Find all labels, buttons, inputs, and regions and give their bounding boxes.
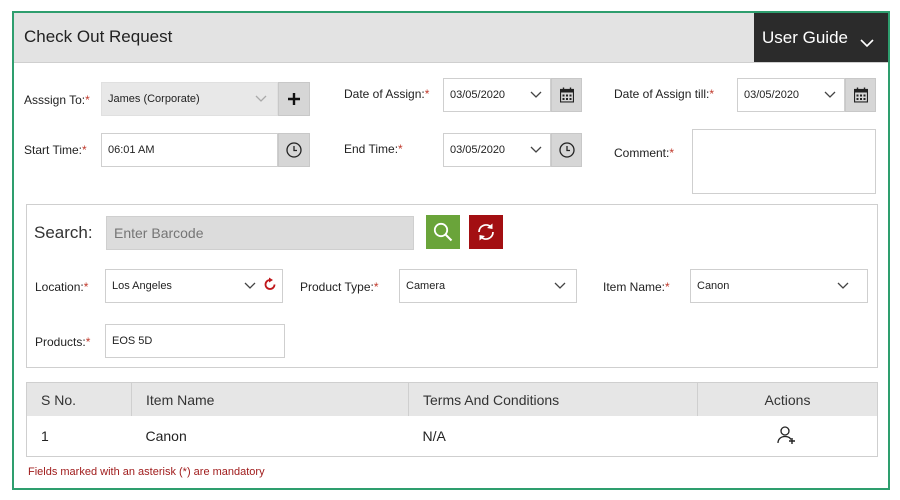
date-of-assign-till-value: 03/05/2020 — [744, 89, 800, 101]
comment-label: Comment:* — [614, 146, 674, 160]
column-header-actions: Actions — [697, 382, 878, 416]
calendar-icon — [853, 87, 868, 103]
end-time-clock-button[interactable] — [551, 133, 582, 167]
table-header-row: S No. Item Name Terms And Conditions Act… — [26, 382, 878, 416]
date-of-assign-calendar-button[interactable] — [551, 78, 582, 112]
reset-button[interactable] — [469, 215, 503, 249]
date-of-assign-till-input[interactable]: 03/05/2020 — [737, 78, 845, 112]
reload-icon[interactable] — [263, 277, 277, 295]
location-label-text: Location: — [35, 280, 84, 294]
search-label: Search: — [34, 223, 93, 242]
date-of-assign-till-label: Date of Assign till:* — [614, 87, 714, 101]
product-type-value: Camera — [406, 280, 446, 292]
required-mark: * — [373, 280, 379, 294]
item-name-label: Item Name:* — [603, 280, 670, 294]
required-mark: * — [82, 143, 87, 157]
required-mark: * — [709, 87, 715, 101]
products-label-text: Products: — [35, 335, 86, 349]
end-time-value: 03/05/2020 — [450, 144, 506, 156]
products-value: EOS 5D — [112, 335, 153, 347]
user-guide-label: User Guide — [762, 28, 848, 47]
item-name-value: Canon — [697, 280, 730, 292]
date-of-assign-till-label-text: Date of Assign till: — [614, 87, 710, 101]
products-input[interactable]: EOS 5D — [105, 324, 285, 358]
search-button[interactable] — [426, 215, 460, 249]
end-time-label-text: End Time: — [344, 142, 399, 156]
required-mark: * — [665, 280, 670, 294]
chevron-down-icon — [860, 33, 874, 53]
comment-textarea[interactable] — [692, 129, 876, 194]
chevron-down-icon — [255, 93, 267, 105]
product-type-label: Product Type:* — [300, 280, 379, 294]
search-section: Search: Location:* Los Angeles — [26, 204, 878, 368]
user-guide-button[interactable]: User Guide — [754, 13, 888, 62]
assign-to-label-text: Asssign To: — [24, 93, 86, 107]
required-mark: * — [85, 93, 90, 107]
panel-header: Check Out Request User Guide — [14, 13, 888, 63]
location-value: Los Angeles — [112, 280, 172, 292]
cell-item-name: Canon — [131, 416, 409, 457]
add-user-icon[interactable] — [777, 425, 797, 448]
date-of-assign-till-calendar-button[interactable] — [845, 78, 876, 112]
start-time-input[interactable]: 06:01 AM — [101, 133, 278, 167]
date-of-assign-value: 03/05/2020 — [450, 89, 506, 101]
end-time-input[interactable]: 03/05/2020 — [443, 133, 551, 167]
chevron-down-icon — [530, 89, 542, 101]
cell-actions — [697, 416, 878, 457]
chevron-down-icon — [554, 280, 566, 292]
date-of-assign-label: Date of Assign:* — [344, 87, 429, 101]
items-table: S No. Item Name Terms And Conditions Act… — [26, 382, 878, 457]
required-mark: * — [85, 335, 91, 349]
cell-terms: N/A — [408, 416, 698, 457]
chevron-down-icon — [824, 89, 836, 101]
start-time-value: 06:01 AM — [108, 144, 155, 156]
clock-icon — [286, 142, 302, 158]
column-header-terms: Terms And Conditions — [408, 382, 698, 416]
calendar-icon — [559, 87, 574, 103]
page-title: Check Out Request — [24, 27, 173, 46]
assign-to-label: Asssign To:* — [24, 93, 90, 107]
date-of-assign-input[interactable]: 03/05/2020 — [443, 78, 551, 112]
checkout-panel: Check Out Request User Guide Asssign To:… — [12, 11, 890, 490]
location-label: Location:* — [35, 280, 88, 294]
column-header-sno: S No. — [26, 382, 132, 416]
required-mark: * — [83, 280, 89, 294]
item-name-select[interactable]: Canon — [690, 269, 868, 303]
mandatory-fields-note: Fields marked with an asterisk (*) are m… — [28, 466, 265, 478]
item-name-label-text: Item Name: — [603, 280, 666, 294]
required-mark: * — [669, 146, 675, 160]
search-icon — [433, 222, 453, 242]
refresh-icon — [478, 223, 494, 241]
location-select[interactable]: Los Angeles — [105, 269, 283, 303]
start-time-clock-button[interactable] — [278, 133, 310, 167]
assign-to-select[interactable]: James (Corporate) — [101, 82, 278, 116]
table-row: 1 Canon N/A — [26, 416, 878, 457]
end-time-label: End Time:* — [344, 142, 403, 156]
add-assignee-button[interactable] — [278, 82, 310, 116]
required-mark: * — [398, 142, 403, 156]
products-label: Products:* — [35, 335, 90, 349]
chevron-down-icon — [244, 280, 256, 292]
chevron-down-icon — [530, 144, 542, 156]
assign-to-value: James (Corporate) — [108, 93, 200, 105]
column-header-item-name: Item Name — [131, 382, 409, 416]
date-of-assign-label-text: Date of Assign: — [344, 87, 425, 101]
comment-label-text: Comment: — [614, 146, 670, 160]
product-type-label-text: Product Type: — [300, 280, 374, 294]
cell-sno: 1 — [26, 416, 132, 457]
required-mark: * — [424, 87, 430, 101]
plus-icon — [288, 93, 300, 105]
product-type-select[interactable]: Camera — [399, 269, 577, 303]
start-time-label-text: Start Time: — [24, 143, 83, 157]
clock-icon — [558, 142, 575, 158]
barcode-input[interactable] — [106, 216, 414, 250]
start-time-label: Start Time:* — [24, 143, 87, 157]
chevron-down-icon — [837, 280, 849, 292]
